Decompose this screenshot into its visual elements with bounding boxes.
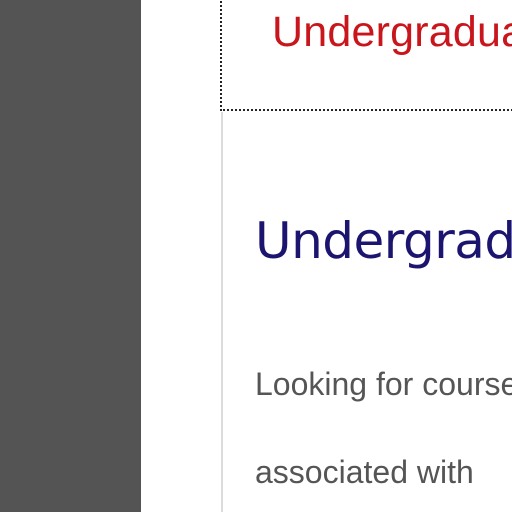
nav-link-undergraduate[interactable]: Undergraduate xyxy=(220,0,512,111)
page-title: Undergraduate xyxy=(255,212,512,270)
web-page: Undergraduate Undergraduate Looking for … xyxy=(141,0,512,512)
left-page-gutter xyxy=(0,0,141,512)
main-content: Undergraduate Looking for courses associ… xyxy=(255,205,512,512)
nav-link-label: Undergraduate xyxy=(272,8,512,56)
sidebar-divider xyxy=(221,112,223,512)
intro-text-line-1: Looking for courses xyxy=(255,366,512,402)
intro-text-line-2: associated with xyxy=(255,454,474,490)
browser-viewport: Undergraduate Undergraduate Looking for … xyxy=(0,0,512,512)
